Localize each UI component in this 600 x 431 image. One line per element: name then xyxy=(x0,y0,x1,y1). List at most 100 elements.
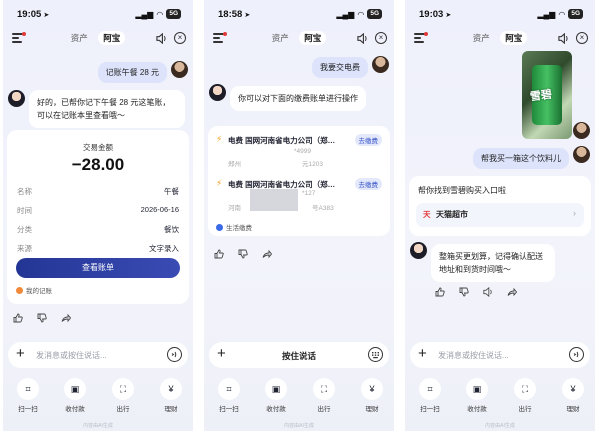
quick-action-pay[interactable]: ▣ 收付款 xyxy=(256,378,296,413)
can-label: 雪碧 xyxy=(529,88,553,104)
user-message: 我要交电费 xyxy=(312,57,368,78)
bill-account: *127 xyxy=(302,190,316,197)
thumbs-down-icon[interactable] xyxy=(238,249,248,259)
hold-to-talk-bar[interactable]: + 按住说话 xyxy=(209,342,389,368)
message-input-bar[interactable]: + 发消息或按住说话... xyxy=(8,342,188,368)
thumbs-up-icon[interactable] xyxy=(435,287,445,297)
top-bar: 资产 阿宝 × xyxy=(3,28,193,50)
message-input-placeholder[interactable]: 发消息或按住说话... xyxy=(36,350,107,361)
signal-icon: ▂▄▆ xyxy=(537,9,556,19)
quick-actions: ⌗ 扫一扫 ▣ 收付款 ⛶ 出行 ¥ 理财 xyxy=(3,378,193,422)
voice-wave-icon[interactable] xyxy=(569,347,584,362)
close-icon[interactable]: × xyxy=(576,32,588,44)
tmall-icon: 天 xyxy=(423,210,431,219)
thumbs-down-icon[interactable] xyxy=(37,313,47,323)
top-bar: 资产 阿宝 × xyxy=(405,28,595,50)
pay-code-icon: ▣ xyxy=(70,383,80,394)
tab-assets[interactable]: 资产 xyxy=(473,33,490,43)
quick-action-travel[interactable]: ⛶ 出行 xyxy=(505,378,545,413)
close-icon[interactable]: × xyxy=(174,32,186,44)
scan-icon: ⌗ xyxy=(25,383,31,394)
signal-icon: ▂▄▆ xyxy=(336,9,355,19)
finance-icon: ¥ xyxy=(369,384,375,394)
speaker-icon[interactable] xyxy=(483,287,493,297)
view-bill-button[interactable]: 查看账单 xyxy=(16,258,180,278)
bill-item[interactable]: ⚡ 电费 国网河南省电力公司（郑… 去缴费 *4999 郑州 元1203 xyxy=(216,134,382,174)
message-input-bar[interactable]: + 发消息或按住说话... xyxy=(410,342,590,368)
phone-screen-bookkeeping: 19:05 ➤ ▂▄▆ ◠ 5G 资产 阿宝 × 记账午餐 28 元 好的，已帮你… xyxy=(3,0,193,431)
share-icon[interactable] xyxy=(507,287,517,297)
quick-action-travel[interactable]: ⛶ 出行 xyxy=(103,378,143,413)
finance-icon: ¥ xyxy=(570,384,576,394)
ai-watermark: 内容由AI生成 xyxy=(83,423,113,429)
close-icon[interactable]: × xyxy=(375,32,387,44)
pay-button[interactable]: 去缴费 xyxy=(354,178,382,190)
wifi-icon: ◠ xyxy=(558,9,566,19)
top-bar: 资产 阿宝 × xyxy=(204,28,394,50)
hold-to-talk-button[interactable]: 按住说话 xyxy=(209,350,389,362)
quick-action-scan[interactable]: ⌗ 扫一扫 xyxy=(8,378,48,413)
speaker-icon[interactable] xyxy=(558,33,569,44)
keyboard-icon[interactable] xyxy=(368,347,383,362)
assistant-message: 整箱买更划算，记得确认配送地址和到货时间哦～ xyxy=(431,244,555,282)
detail-row: 时间 2026-06-16 xyxy=(17,205,179,215)
lightning-icon: ⚡ xyxy=(216,134,223,144)
status-time: 19:03 ➤ xyxy=(419,9,452,20)
quick-action-pay[interactable]: ▣ 收付款 xyxy=(55,378,95,413)
battery-icon: 5G xyxy=(568,9,583,19)
share-icon[interactable] xyxy=(61,313,71,323)
bill-number: 号A383 xyxy=(312,205,334,212)
tab-assets[interactable]: 资产 xyxy=(272,33,289,43)
status-time: 18:58 ➤ xyxy=(218,9,251,20)
quick-action-travel[interactable]: ⛶ 出行 xyxy=(304,378,344,413)
user-message: 帮我买一箱这个饮料儿 xyxy=(473,148,569,169)
tab-abao[interactable]: 阿宝 xyxy=(98,31,126,45)
amount-value: −28.00 xyxy=(71,155,125,174)
quick-action-scan[interactable]: ⌗ 扫一扫 xyxy=(209,378,249,413)
share-icon[interactable] xyxy=(262,249,272,259)
user-avatar xyxy=(573,146,590,163)
message-input-placeholder[interactable]: 发消息或按住说话... xyxy=(438,350,509,361)
result-title: 帮你找到雪碧购买入口啦 xyxy=(418,186,506,195)
speaker-icon[interactable] xyxy=(357,33,368,44)
quick-actions: ⌗ 扫一扫 ▣ 收付款 ⛶ 出行 ¥ 理财 xyxy=(204,378,394,422)
quick-action-finance[interactable]: ¥ 理财 xyxy=(352,378,392,413)
plus-icon[interactable]: + xyxy=(16,345,25,363)
thumbs-up-icon[interactable] xyxy=(13,313,23,323)
tab-abao[interactable]: 阿宝 xyxy=(299,31,327,45)
finance-icon: ¥ xyxy=(168,384,174,394)
signal-icon: ▂▄▆ xyxy=(135,9,154,19)
pay-button[interactable]: 去缴费 xyxy=(354,134,382,146)
thumbs-down-icon[interactable] xyxy=(459,287,469,297)
scan-icon: ⌗ xyxy=(427,383,433,394)
assistant-avatar xyxy=(8,90,25,107)
status-icons: ▂▄▆ ◠ 5G xyxy=(135,9,181,19)
quick-action-finance[interactable]: ¥ 理财 xyxy=(553,378,593,413)
plus-icon[interactable]: + xyxy=(418,345,427,363)
amount-label: 交易金额 xyxy=(83,143,113,152)
quick-action-pay[interactable]: ▣ 收付款 xyxy=(457,378,497,413)
thumbs-up-icon[interactable] xyxy=(214,249,224,259)
speaker-icon[interactable] xyxy=(156,33,167,44)
life-payment-link[interactable]: 生活缴费 xyxy=(216,222,252,232)
store-entry[interactable]: 天 天猫超市 › xyxy=(416,203,584,227)
drink-photo[interactable]: 雪碧 xyxy=(522,51,572,139)
assistant-message: 你可以对下面的缴费账单进行操作 xyxy=(230,86,366,111)
voice-wave-icon[interactable] xyxy=(167,347,182,362)
user-avatar xyxy=(372,56,389,73)
assistant-avatar xyxy=(410,242,427,259)
travel-icon: ⛶ xyxy=(320,383,328,394)
store-name: 天猫超市 xyxy=(436,210,468,219)
quick-action-finance[interactable]: ¥ 理财 xyxy=(151,378,191,413)
user-avatar xyxy=(171,61,188,78)
travel-icon: ⛶ xyxy=(119,383,127,394)
tab-assets[interactable]: 资产 xyxy=(71,33,88,43)
tab-abao[interactable]: 阿宝 xyxy=(500,31,528,45)
feedback-row xyxy=(214,249,272,259)
chevron-right-icon: › xyxy=(573,208,576,218)
quick-action-scan[interactable]: ⌗ 扫一扫 xyxy=(410,378,450,413)
status-bar: 18:58 ➤ ▂▄▆ ◠ 5G xyxy=(204,0,394,28)
life-payment-icon xyxy=(216,223,223,231)
my-bookkeeping-link[interactable]: 我的记账 xyxy=(16,285,52,295)
bill-item[interactable]: ⚡ 电费 国网河南省电力公司（郑… 去缴费 *127 河南 号A383 xyxy=(216,178,382,218)
